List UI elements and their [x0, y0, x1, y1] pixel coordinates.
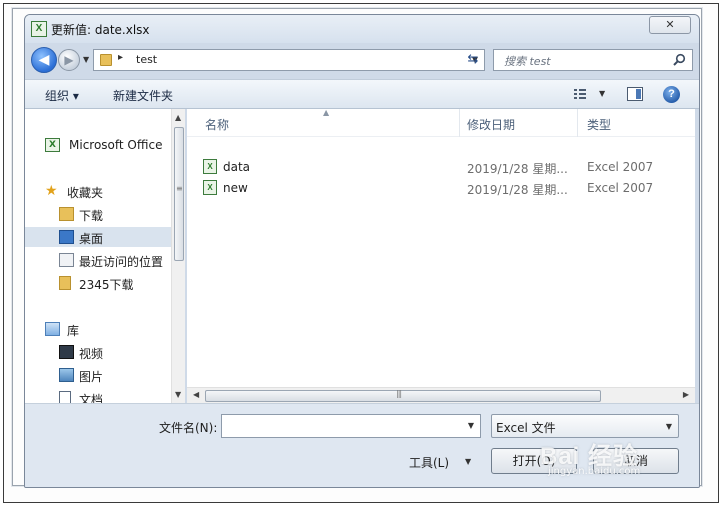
view-dropdown-icon[interactable]: ▼ — [599, 89, 605, 98]
file-date: 2019/1/28 星期... — [467, 162, 568, 176]
file-row-data[interactable]: X data 2019/1/28 星期... Excel 2007 — [197, 157, 691, 177]
file-name: new — [223, 181, 248, 195]
new-folder-button[interactable]: 新建文件夹 — [113, 87, 173, 104]
nav-scrollbar[interactable]: ▲ ▼ — [171, 109, 185, 403]
command-bar: 组织 ▾ 新建文件夹 ▼ ? — [25, 79, 699, 109]
breadcrumb-separator-icon[interactable]: ▸ — [118, 52, 123, 63]
search-placeholder: 搜索 test — [504, 55, 551, 68]
refresh-icon[interactable]: ⇆ — [461, 49, 485, 71]
column-divider[interactable] — [459, 109, 460, 137]
nav-item-desktop[interactable]: 桌面 — [25, 227, 171, 247]
column-header-row: ▲ 名称 修改日期 类型 — [187, 108, 695, 137]
filename-dropdown-icon[interactable]: ▼ — [468, 421, 474, 430]
nav-item-label: 收藏夹 — [67, 186, 104, 200]
help-icon[interactable]: ? — [663, 86, 680, 103]
save-dialog-window: X 更新值: date.xlsx ✕ ◀ ▶ ▼ ▸ test ▼ ⇆ 搜索 t… — [24, 14, 700, 488]
recent-places-icon — [59, 253, 74, 267]
horizontal-scrollbar[interactable]: ◀ ▶ — [187, 387, 695, 403]
tools-dropdown-icon[interactable]: ▼ — [465, 457, 471, 466]
scroll-right-arrow-icon[interactable]: ▶ — [683, 390, 689, 399]
nav-item-downloads[interactable]: 下载 — [25, 204, 171, 224]
title-bar: X 更新值: date.xlsx ✕ — [25, 15, 699, 43]
column-header-date-modified[interactable]: 修改日期 — [467, 116, 515, 133]
file-date: 2019/1/28 星期... — [467, 183, 568, 197]
nav-item-label: 最近访问的位置 — [79, 255, 164, 269]
pictures-icon — [59, 368, 74, 382]
history-dropdown-icon[interactable]: ▼ — [83, 55, 89, 64]
scroll-down-arrow-icon[interactable]: ▼ — [175, 390, 181, 399]
nav-item-pictures[interactable]: 图片 — [25, 365, 171, 385]
scroll-up-arrow-icon[interactable]: ▲ — [175, 113, 181, 122]
file-type: Excel 2007 — [587, 181, 654, 195]
nav-item-label: Microsoft Office — [69, 138, 163, 152]
file-list-pane: ▲ 名称 修改日期 类型 X data 2019/1/28 星期... Exce… — [187, 108, 695, 403]
sort-ascending-icon: ▲ — [323, 108, 330, 117]
window-title: 更新值: date.xlsx — [51, 23, 150, 37]
tools-menu[interactable]: 工具(L) — [409, 454, 449, 471]
nav-item-videos[interactable]: 视频 — [25, 342, 171, 362]
nav-item-label: 视频 — [79, 347, 104, 361]
folder-icon — [59, 276, 71, 290]
file-type: Excel 2007 — [587, 160, 654, 174]
excel-file-icon: X — [203, 159, 217, 174]
nav-item-2345-downloads[interactable]: 2345下载 — [25, 273, 171, 293]
nav-item-label: 库 — [67, 324, 80, 338]
folder-icon — [100, 54, 112, 66]
nav-item-label: 下载 — [79, 209, 104, 223]
breadcrumb-test[interactable]: test — [136, 53, 157, 66]
downloads-folder-icon — [59, 207, 74, 221]
nav-item-libraries[interactable]: 库 — [25, 319, 171, 339]
watermark-url: jingyan.baidu.com — [548, 466, 641, 477]
filetype-dropdown-icon[interactable]: ▼ — [666, 422, 672, 431]
column-divider[interactable] — [577, 109, 578, 137]
close-button[interactable]: ✕ — [649, 16, 691, 34]
excel-file-icon: X — [203, 180, 217, 195]
desktop-icon — [59, 230, 74, 244]
search-input[interactable]: 搜索 test — [493, 49, 693, 71]
filename-label: 文件名(N): — [159, 421, 218, 435]
navigation-pane: X Microsoft Office ★ 收藏夹 下载 桌面 最近访问的位置 2… — [25, 109, 185, 407]
address-row: ◀ ▶ ▼ ▸ test ▼ ⇆ 搜索 test — [25, 45, 699, 77]
nav-item-microsoft-office[interactable]: X Microsoft Office — [25, 135, 171, 155]
nav-item-recent-places[interactable]: 最近访问的位置 — [25, 250, 171, 270]
video-icon — [59, 345, 74, 359]
search-icon[interactable] — [672, 53, 686, 67]
filename-input[interactable]: ▼ — [221, 414, 481, 438]
nav-item-label: 2345下载 — [79, 278, 134, 292]
filetype-select[interactable]: Excel 文件 ▼ — [491, 414, 679, 438]
column-header-name[interactable]: 名称 — [205, 116, 229, 133]
filetype-value: Excel 文件 — [496, 421, 556, 435]
file-row-new[interactable]: X new 2019/1/28 星期... Excel 2007 — [197, 178, 691, 198]
forward-arrow-icon[interactable]: ▶ — [58, 49, 80, 71]
excel-file-icon: X — [31, 21, 47, 37]
nav-item-label: 图片 — [79, 370, 104, 384]
star-icon: ★ — [45, 183, 58, 199]
scroll-left-arrow-icon[interactable]: ◀ — [193, 390, 199, 399]
view-options-icon[interactable] — [573, 87, 587, 101]
nav-item-label: 桌面 — [79, 232, 104, 246]
file-name: data — [223, 160, 251, 174]
back-arrow-icon[interactable]: ◀ — [31, 47, 57, 73]
excel-icon: X — [45, 138, 60, 152]
column-header-type[interactable]: 类型 — [587, 116, 611, 133]
address-bar[interactable]: ▸ test ▼ — [93, 49, 485, 71]
library-icon — [45, 322, 60, 336]
nav-scroll-thumb[interactable] — [174, 127, 184, 261]
horizontal-scroll-thumb[interactable] — [205, 389, 601, 402]
organize-menu[interactable]: 组织 ▾ — [45, 87, 79, 104]
preview-pane-icon[interactable] — [627, 87, 643, 101]
nav-item-favorites[interactable]: ★ 收藏夹 — [25, 181, 171, 201]
